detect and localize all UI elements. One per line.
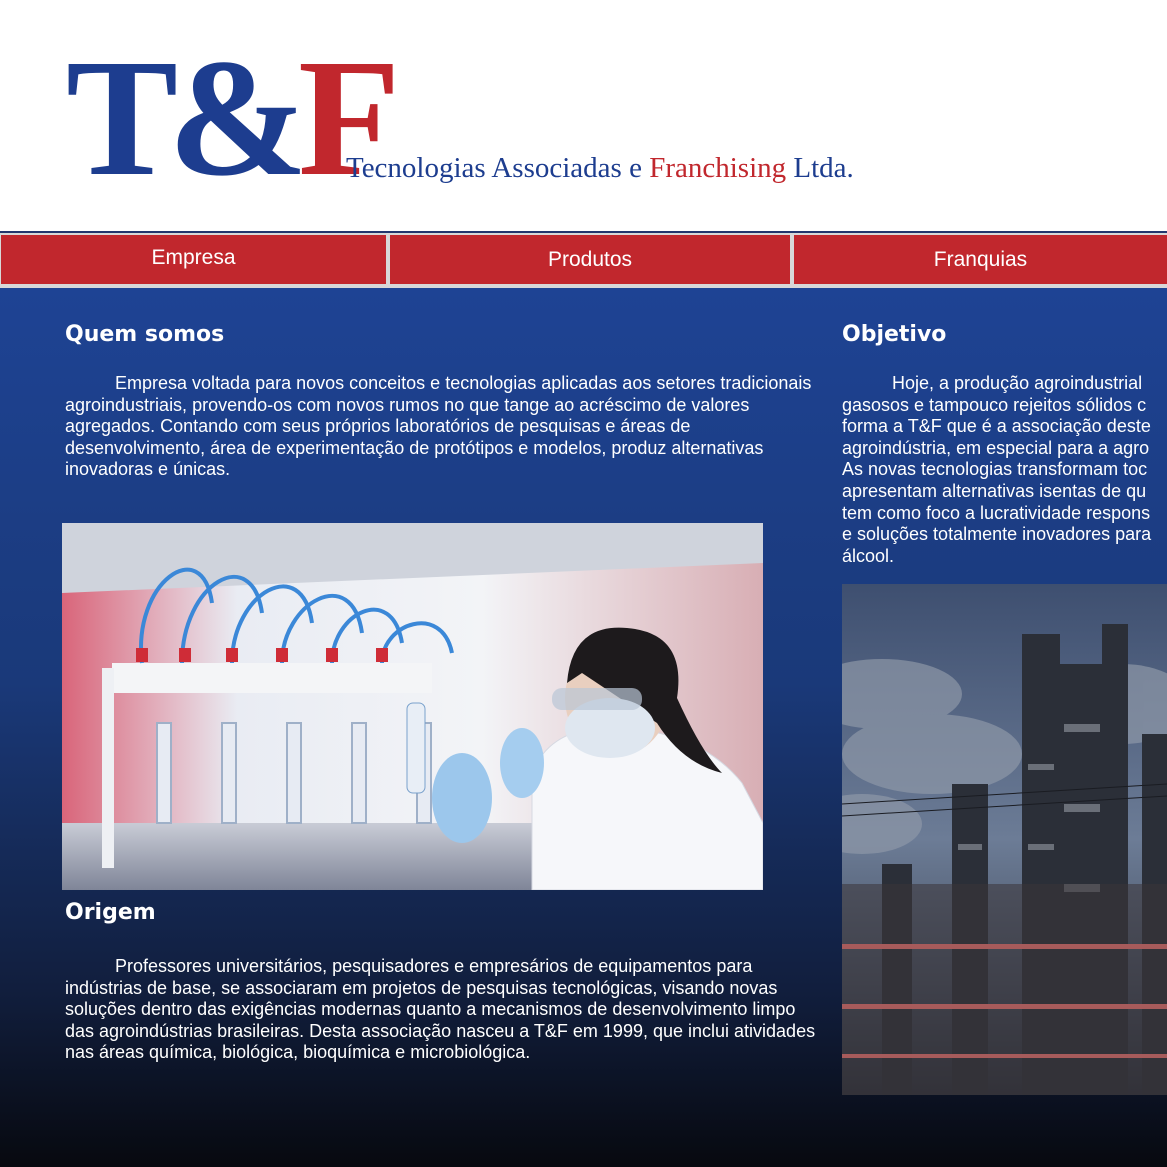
objetivo-line: gasosos e tampouco rejeitos sólidos c [842,394,1147,415]
laboratory-photo [62,523,763,890]
nav-tab-empresa[interactable]: Empresa [1,235,386,284]
laboratory-photo-illustration [62,523,763,890]
quem-somos-text: Empresa voltada para novos conceitos e t… [65,373,812,480]
objetivo-line: álcool. [842,545,895,566]
nav-tab-produtos[interactable]: Produtos [390,235,790,284]
objetivo-line: As novas tecnologias transformam toc [842,459,1148,480]
section-title-quem-somos: Quem somos [65,322,225,347]
logo-ampersand: & [168,25,308,211]
refinery-photo [842,584,1167,1095]
company-tagline: Tecnologias Associadas e Franchising Ltd… [346,152,854,185]
tagline-franchising: Franchising [649,152,787,184]
tagline-part-1: Tecnologias Associadas e [346,152,650,184]
section-title-objetivo: Objetivo [842,322,947,347]
objetivo-line: agroindústria, em especial para a agro [842,437,1150,458]
objetivo-line: apresentam alternativas isentas de qu [842,480,1147,501]
objetivo-line: tem como foco a lucratividade respons [842,502,1151,523]
main-navigation: Empresa Produtos Franquias [0,231,1167,288]
site-header: T&F Tecnologias Associadas e Franchising… [0,0,1167,232]
tagline-part-3: Ltda. [786,152,854,184]
nav-tab-label: Produtos [547,247,633,271]
origem-text: Professores universitários, pesquisadore… [65,956,816,1063]
nav-tab-label: Franquias [933,247,1028,271]
main-content: Quem somos Empresa voltada para novos co… [0,288,1167,1167]
logo-letter-t: T [66,25,178,211]
tf-logo[interactable]: T&F [66,34,401,202]
nav-tab-franquias[interactable]: Franquias [794,235,1167,284]
section-title-origem: Origem [65,900,156,925]
objetivo-line: forma a T&F que é a associação deste [842,416,1151,437]
objetivo-text: Hoje, a produção agroindustrial gasosos … [842,373,1167,567]
nav-tab-label: Empresa [151,245,236,269]
objetivo-line: e soluções totalmente inovadores para [842,524,1152,545]
refinery-photo-illustration [842,584,1167,1095]
objetivo-line: Hoje, a produção agroindustrial [892,373,1143,393]
